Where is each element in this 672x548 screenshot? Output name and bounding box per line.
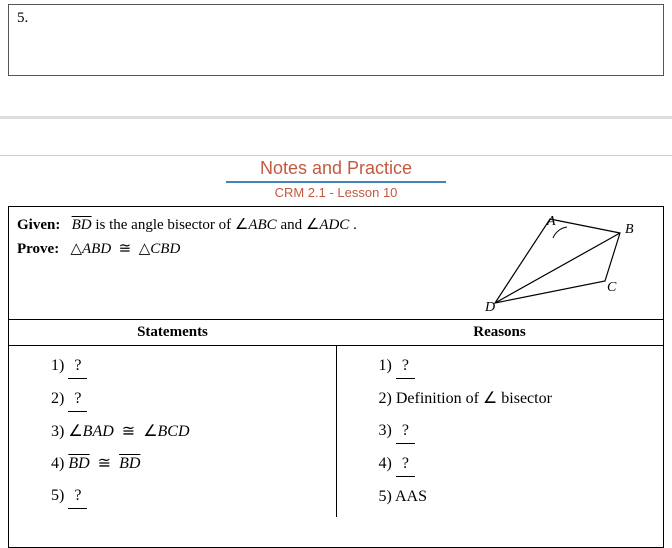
- rsn-3-blank[interactable]: ?: [396, 419, 415, 444]
- given-and: and: [280, 217, 305, 233]
- prove-label: Prove:: [17, 241, 59, 257]
- congruent-icon-prove: [119, 241, 132, 257]
- proof-body: 1) ? 2) ? 3) BAD BCD 4) BD BD 5): [9, 346, 663, 517]
- statement-2: 2) ?: [51, 383, 332, 416]
- rsn-4-blank[interactable]: ?: [396, 452, 415, 477]
- given-prove-text: Given: BD is the angle bisector of ABC a…: [17, 213, 455, 313]
- reason-5: 5) AAS: [379, 481, 660, 513]
- stmt-4-seg-bd-1: BD: [68, 455, 89, 472]
- reason-3: 3) ?: [379, 415, 660, 448]
- prove-line: Prove: ABD CBD: [17, 237, 455, 261]
- reason-4: 4) ?: [379, 448, 660, 481]
- angle-icon-r2: [483, 390, 497, 407]
- stmt-5-num: 5): [51, 487, 68, 504]
- prove-tri-abd: ABD: [82, 241, 111, 257]
- stmt-4-num: 4): [51, 455, 68, 472]
- stmt-3-num: 3): [51, 423, 68, 440]
- angle-icon-2: [306, 217, 319, 233]
- stmt-3-angle-bad: BAD: [83, 423, 114, 440]
- separator-band: [0, 116, 672, 156]
- stmt-1-blank[interactable]: ?: [68, 354, 87, 379]
- reasons-header: Reasons: [336, 320, 663, 345]
- triangle-icon-1: [70, 241, 82, 257]
- rsn-4-num: 4): [379, 455, 396, 472]
- figure-label-c: C: [607, 280, 617, 295]
- reasons-column: 1) ? 2) Definition of bisector 3) ? 4) ?…: [336, 346, 664, 517]
- notes-practice-subtitle: CRM 2.1 - Lesson 10: [226, 181, 446, 200]
- statement-1: 1) ?: [51, 350, 332, 383]
- given-label: Given:: [17, 217, 60, 233]
- geometry-figure: A B C D: [455, 213, 655, 313]
- reason-1: 1) ?: [379, 350, 660, 383]
- prove-tri-cbd: CBD: [150, 241, 180, 257]
- figure-label-b: B: [625, 222, 634, 237]
- rsn-2-num: 2): [379, 390, 396, 407]
- stmt-2-num: 2): [51, 390, 68, 407]
- congruent-icon-s3: [122, 423, 135, 440]
- rsn-5-num: 5): [379, 488, 395, 505]
- stmt-1-num: 1): [51, 357, 68, 374]
- triangle-icon-2: [139, 241, 151, 257]
- figure-label-a: A: [546, 214, 556, 229]
- notes-practice-title: Notes and Practice: [0, 158, 672, 179]
- angle-icon-1: [235, 217, 248, 233]
- statement-5: 5) ?: [51, 480, 332, 513]
- angle-icon-s3a: [68, 423, 82, 440]
- given-line: Given: BD is the angle bisector of ABC a…: [17, 213, 455, 237]
- statement-3: 3) BAD BCD: [51, 416, 332, 448]
- stmt-4-seg-bd-2: BD: [119, 455, 140, 472]
- stmt-2-blank[interactable]: ?: [68, 387, 87, 412]
- statements-column: 1) ? 2) ? 3) BAD BCD 4) BD BD 5): [9, 346, 336, 517]
- stmt-5-blank[interactable]: ?: [68, 484, 87, 509]
- given-text-1: is the angle bisector of: [95, 217, 235, 233]
- given-segment-bd: BD: [72, 217, 92, 233]
- statements-header: Statements: [9, 320, 336, 345]
- given-angle-adc: ADC: [319, 217, 349, 233]
- rsn-3-num: 3): [379, 422, 396, 439]
- given-angle-abc: ABC: [248, 217, 276, 233]
- rsn-1-blank[interactable]: ?: [396, 354, 415, 379]
- given-prove-section: Given: BD is the angle bisector of ABC a…: [9, 207, 663, 320]
- proof-container: Given: BD is the angle bisector of ABC a…: [8, 206, 664, 548]
- rsn-2-text: Definition of: [396, 390, 483, 407]
- rsn-2-bisector: bisector: [501, 390, 552, 407]
- proof-headers: Statements Reasons: [9, 320, 663, 346]
- question-number-5: 5.: [17, 10, 28, 26]
- rsn-1-num: 1): [379, 357, 396, 374]
- stmt-3-angle-bcd: BCD: [158, 423, 190, 440]
- congruent-icon-s4: [98, 455, 111, 472]
- given-period: .: [353, 217, 357, 233]
- statement-4: 4) BD BD: [51, 448, 332, 480]
- figure-label-d: D: [484, 300, 495, 313]
- rsn-5-text: AAS: [395, 488, 427, 505]
- figure-svg: A B C D: [455, 213, 655, 313]
- reason-2: 2) Definition of bisector: [379, 383, 660, 415]
- angle-icon-s3b: [143, 423, 157, 440]
- question-5-box: 5.: [8, 4, 664, 76]
